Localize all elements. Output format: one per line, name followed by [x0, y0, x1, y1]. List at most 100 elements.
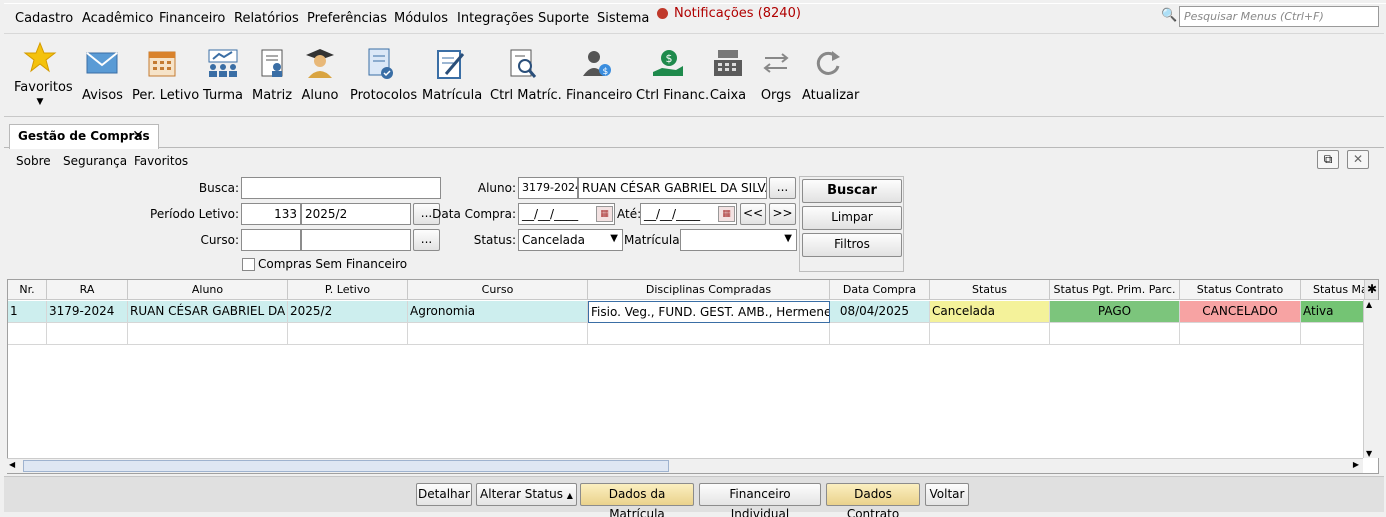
- table-cell-ra[interactable]: 3179-2024: [47, 301, 128, 323]
- search-icon: 🔍: [1161, 8, 1178, 23]
- menu-preferencias[interactable]: Preferências: [307, 11, 387, 26]
- column-header-data-compra[interactable]: Data Compra: [830, 280, 930, 300]
- toolbar-matriz-button[interactable]: Matriz: [252, 48, 292, 103]
- toolbar-financeiro-button[interactable]: $ Financeiro: [566, 48, 632, 103]
- submenu-sobre[interactable]: Sobre: [16, 154, 51, 168]
- chevron-down-icon: ▼: [610, 233, 618, 244]
- dados-matricula-button[interactable]: Dados da Matrícula: [580, 483, 694, 517]
- matricula-select[interactable]: ▼: [680, 229, 797, 251]
- table-cell-status-pgt[interactable]: PAGO: [1050, 301, 1180, 323]
- busca-input[interactable]: [241, 177, 441, 199]
- buscar-button[interactable]: Buscar: [802, 179, 902, 203]
- toolbar-per-letivo-button[interactable]: Per. Letivo: [132, 48, 199, 103]
- table-cell-status-matricula[interactable]: Ativa: [1301, 301, 1365, 323]
- table-cell-nr[interactable]: 1: [8, 301, 47, 323]
- column-header-curso[interactable]: Curso: [408, 280, 588, 300]
- aluno-ra-input[interactable]: 3179-2024: [518, 177, 578, 199]
- filtros-button[interactable]: Filtros: [802, 233, 902, 257]
- envelope-icon: [84, 48, 120, 84]
- menu-sistema[interactable]: Sistema: [597, 11, 649, 26]
- menu-suporte[interactable]: Suporte: [538, 11, 589, 26]
- ate-value: __/__/____: [644, 207, 701, 221]
- toolbar-atualizar-label: Atualizar: [802, 88, 860, 103]
- toolbar-aluno-button[interactable]: Aluno: [300, 48, 340, 103]
- dados-contrato-button[interactable]: Dados Contrato: [826, 483, 920, 517]
- curso-value-input[interactable]: [301, 229, 411, 251]
- horizontal-scrollbar[interactable]: ◀ ▶: [7, 458, 1363, 473]
- chevron-up-icon: ▲: [566, 491, 573, 500]
- detach-window-icon[interactable]: ⧉: [1317, 150, 1339, 169]
- toolbar-matricula-button[interactable]: Matrícula: [422, 48, 482, 103]
- scroll-up-icon[interactable]: ▲: [1366, 300, 1372, 309]
- tab-gestao-de-compras[interactable]: Gestão de Compras ✕: [9, 124, 159, 149]
- column-header-status[interactable]: Status: [930, 280, 1050, 300]
- status-label: Status:: [473, 233, 516, 247]
- toolbar-matriz-label: Matriz: [252, 88, 293, 103]
- submenu-favoritos[interactable]: Favoritos: [134, 154, 188, 168]
- menu-relatorios[interactable]: Relatórios: [234, 11, 299, 26]
- gear-icon[interactable]: ✱: [1365, 280, 1378, 300]
- column-header-ra[interactable]: RA: [47, 280, 128, 300]
- menu-integracoes[interactable]: Integrações: [457, 11, 534, 26]
- table-empty-cell: [408, 323, 588, 345]
- close-icon[interactable]: ✕: [132, 128, 144, 144]
- column-header-aluno[interactable]: Aluno: [128, 280, 288, 300]
- table-cell-status-contrato[interactable]: CANCELADO: [1180, 301, 1301, 323]
- scroll-right-icon[interactable]: ▶: [1353, 460, 1359, 469]
- aluno-nome-input[interactable]: RUAN CÉSAR GABRIEL DA SILVA: [578, 177, 767, 199]
- table-cell-data-compra[interactable]: 08/04/2025: [830, 301, 930, 323]
- cash-register-icon: [710, 48, 746, 84]
- limpar-button[interactable]: Limpar: [802, 206, 902, 230]
- swap-arrows-icon: [758, 48, 794, 84]
- close-screen-icon[interactable]: ✕: [1347, 150, 1369, 169]
- column-header-p-letivo[interactable]: P. Letivo: [288, 280, 408, 300]
- submenu-seguranca[interactable]: Segurança: [63, 154, 127, 168]
- periodo-value-input[interactable]: 2025/2: [301, 203, 411, 225]
- scroll-left-icon[interactable]: ◀: [9, 460, 15, 469]
- table-cell-status[interactable]: Cancelada: [930, 301, 1050, 323]
- voltar-button[interactable]: Voltar: [925, 483, 969, 506]
- data-compra-input[interactable]: __/__/____ ▦: [518, 203, 615, 225]
- table-cell-curso[interactable]: Agronomia: [408, 301, 588, 323]
- menu-search-input[interactable]: Pesquisar Menus (Ctrl+F): [1179, 6, 1379, 27]
- column-header-status-pgt[interactable]: Status Pgt. Prim. Parc.: [1050, 280, 1180, 300]
- curso-code-input[interactable]: [241, 229, 301, 251]
- table-cell-disciplinas[interactable]: Fisio. Veg., FUND. GEST. AMB., Hermeneut…: [588, 301, 830, 323]
- toolbar-turma-button[interactable]: Turma: [203, 48, 243, 103]
- horizontal-scroll-thumb[interactable]: [23, 460, 669, 472]
- compras-sem-financeiro-checkbox[interactable]: [242, 258, 255, 271]
- aluno-lookup-button[interactable]: ...: [769, 177, 796, 199]
- table-cell-aluno[interactable]: RUAN CÉSAR GABRIEL DA S...: [128, 301, 288, 323]
- toolbar-ctrl-matric-button[interactable]: Ctrl Matríc.: [490, 48, 562, 103]
- menu-academico[interactable]: Acadêmico: [82, 11, 153, 26]
- toolbar-orgs-button[interactable]: Orgs: [756, 48, 796, 103]
- status-select[interactable]: Cancelada ▼: [518, 229, 623, 251]
- menu-modulos[interactable]: Módulos: [394, 11, 448, 26]
- curso-lookup-button[interactable]: ...: [413, 229, 440, 251]
- notifications-link[interactable]: Notificações (8240): [657, 6, 801, 21]
- toolbar-favoritos-button[interactable]: Favoritos ▼: [14, 40, 73, 107]
- calendar-icon[interactable]: ▦: [718, 206, 735, 222]
- menu-financeiro[interactable]: Financeiro: [159, 11, 225, 26]
- table-cell-p-letivo[interactable]: 2025/2: [288, 301, 408, 323]
- scroll-down-icon[interactable]: ▼: [1366, 449, 1372, 458]
- ate-input[interactable]: __/__/____ ▦: [640, 203, 737, 225]
- calendar-icon[interactable]: ▦: [596, 206, 613, 222]
- financeiro-individual-button[interactable]: Financeiro Individual: [699, 483, 821, 517]
- menu-cadastro[interactable]: Cadastro: [15, 11, 73, 26]
- column-header-status-contrato[interactable]: Status Contrato: [1180, 280, 1301, 300]
- next-period-button[interactable]: >>: [769, 203, 796, 225]
- alterar-status-button[interactable]: Alterar Status ▲: [476, 483, 577, 506]
- column-header-disciplinas[interactable]: Disciplinas Compradas: [588, 280, 830, 300]
- toolbar-atualizar-button[interactable]: Atualizar: [802, 48, 860, 103]
- toolbar-caixa-button[interactable]: Caixa: [708, 48, 748, 103]
- toolbar-protocolos-button[interactable]: Protocolos: [350, 48, 417, 103]
- vertical-scrollbar[interactable]: ▲ ▼: [1363, 300, 1379, 458]
- periodo-code-input[interactable]: 133: [241, 203, 301, 225]
- column-header-status-matricula[interactable]: Status Ma: [1301, 280, 1365, 300]
- previous-period-button[interactable]: <<: [740, 203, 766, 225]
- toolbar-ctrl-financ-button[interactable]: $ Ctrl Financ.: [636, 48, 709, 103]
- toolbar-avisos-button[interactable]: Avisos: [82, 48, 123, 103]
- detalhar-button[interactable]: Detalhar: [416, 483, 472, 506]
- column-header-nr[interactable]: Nr.: [8, 280, 47, 300]
